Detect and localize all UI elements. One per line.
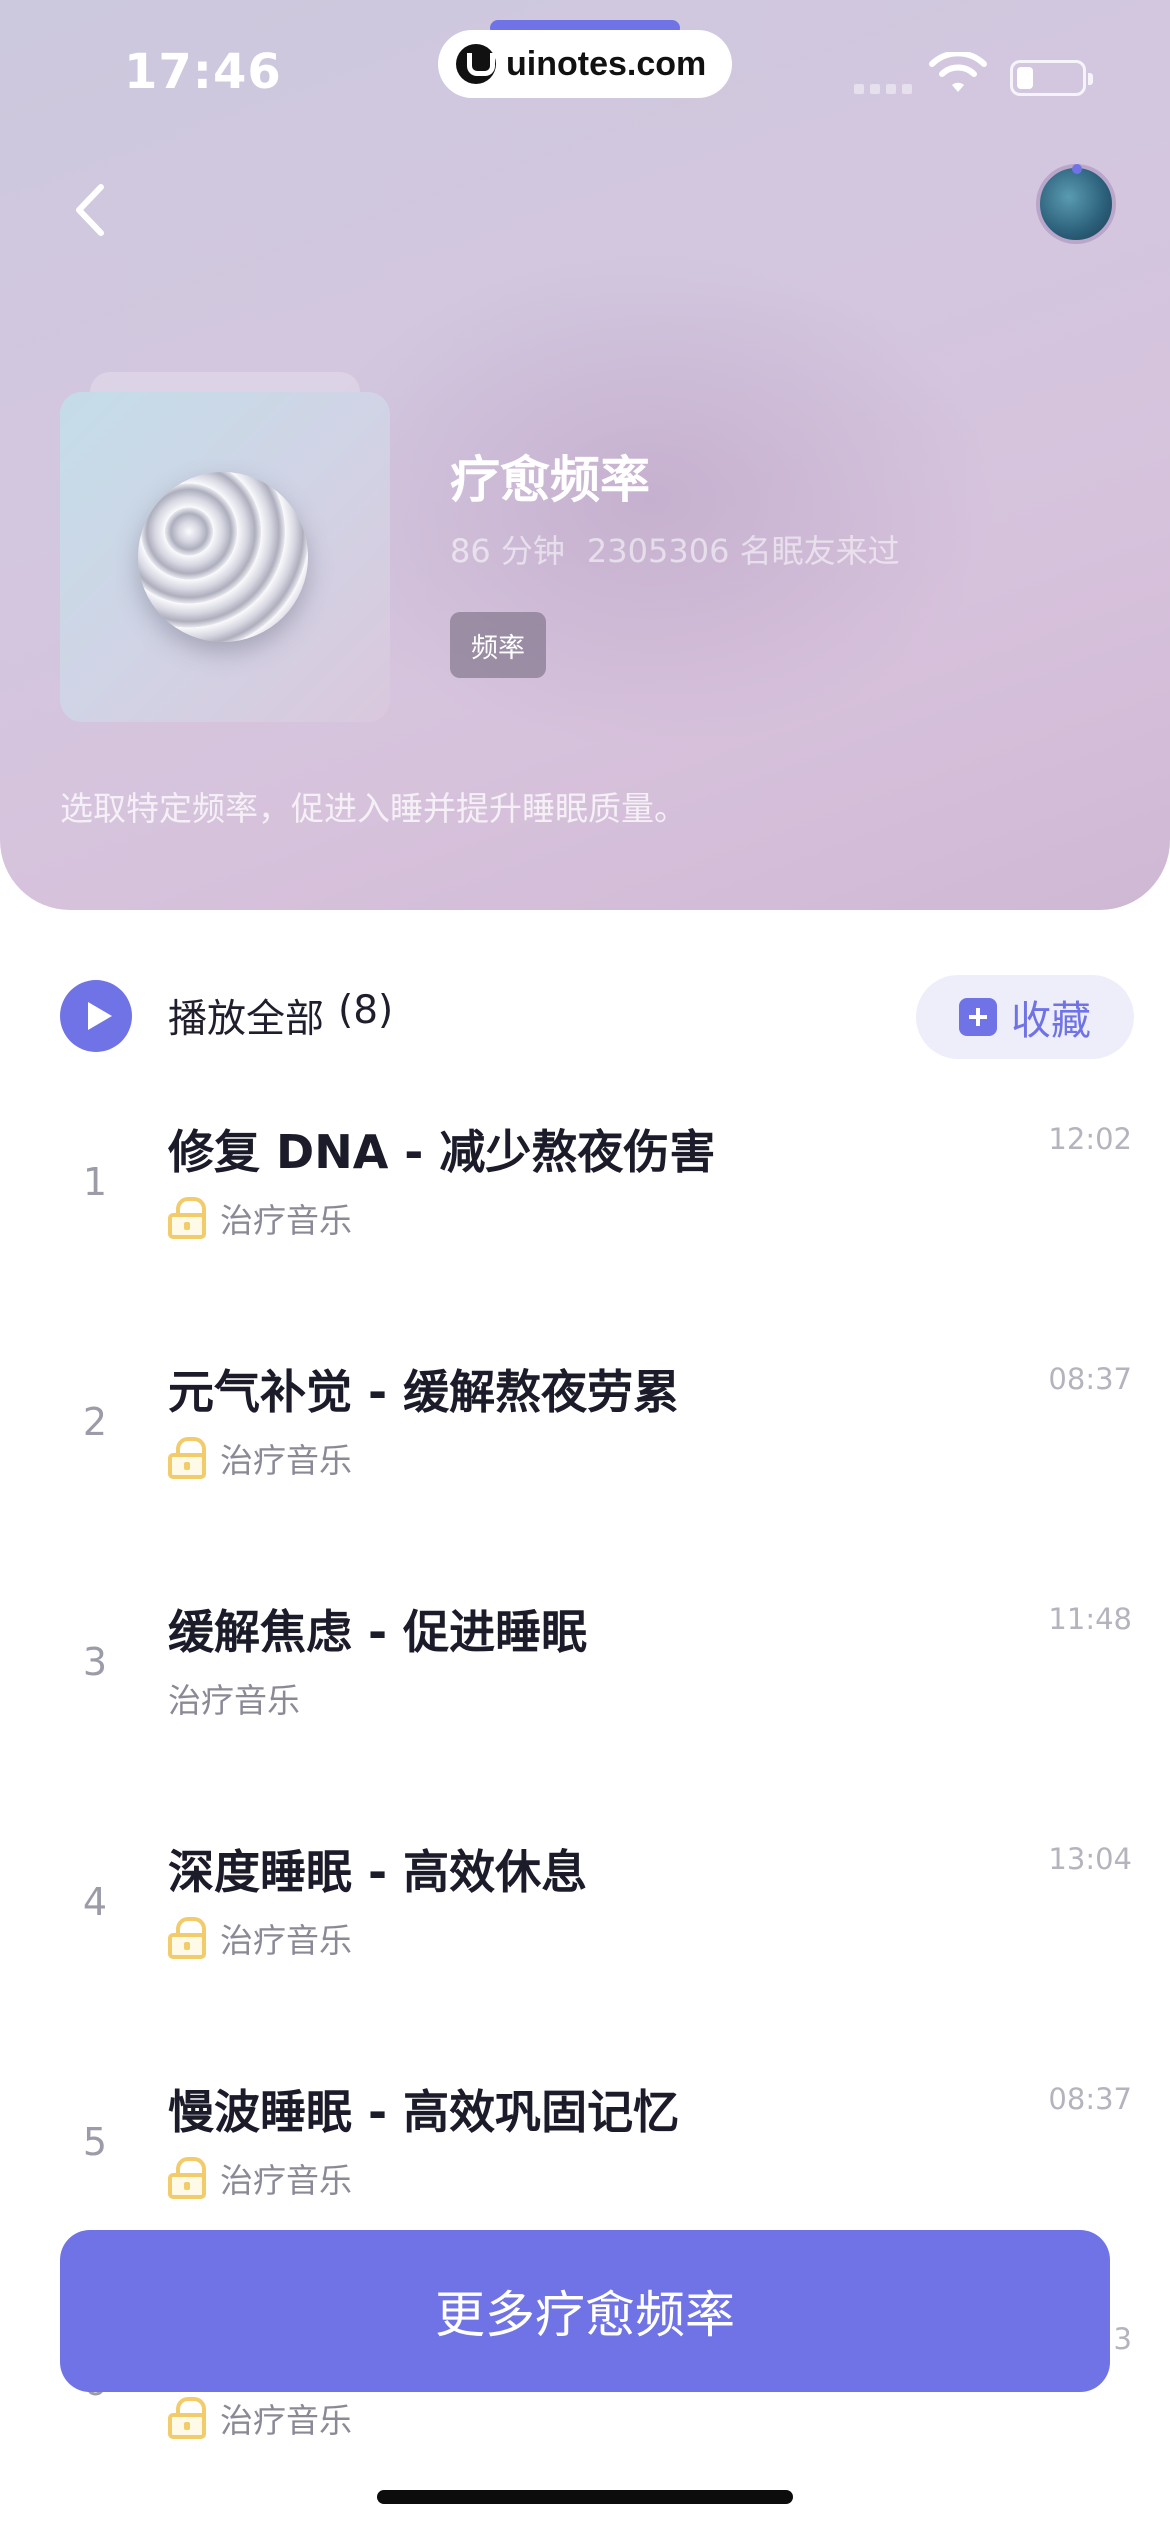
track-row[interactable]: 4 深度睡眠 - 高效休息 治疗音乐 13:04 [0,1820,1170,2060]
playlist-meta: 86 分钟 2305306 名眠友来过 [450,526,900,572]
track-row[interactable]: 3 缓解焦虑 - 促进睡眠 治疗音乐 11:48 [0,1580,1170,1820]
header-banner: 17:46 uinotes.com 疗愈频率 86 分钟 2305306 名眠友… [0,0,1170,910]
watermark-badge: uinotes.com [438,30,732,98]
track-duration: 12:02 [1048,1122,1132,1156]
track-title: 慢波睡眠 - 高效巩固记忆 [168,2085,680,2139]
track-subtitle: 治疗音乐 [168,1434,352,1482]
more-frequencies-button[interactable]: 更多疗愈频率 [60,2230,1110,2392]
track-number: 4 [82,1880,108,1924]
category-tag: 频率 [450,612,546,678]
track-tag: 治疗音乐 [220,1921,352,1960]
avatar-indicator-dot [1072,164,1082,174]
page-title: 疗愈频率 [450,451,650,509]
cellular-signal-icon [854,84,912,94]
status-bar: 17:46 uinotes.com [0,0,1170,140]
play-all-text: 播放全部 [168,997,325,1042]
collect-label: 收藏 [1011,998,1091,1044]
track-tag: 治疗音乐 [220,2401,352,2440]
track-subtitle: 治疗音乐 [168,1674,300,1722]
album-cover [60,392,390,722]
track-tag: 治疗音乐 [220,1201,352,1240]
track-tag: 治疗音乐 [220,1441,352,1480]
track-subtitle: 治疗音乐 [168,1194,352,1242]
track-subtitle: 治疗音乐 [168,1914,352,1962]
status-time: 17:46 [124,44,282,100]
track-duration: 13:04 [1048,1842,1132,1876]
collect-button[interactable]: 收藏 [916,975,1134,1059]
track-title: 缓解焦虑 - 促进睡眠 [168,1605,588,1659]
track-duration: 08:37 [1048,1362,1132,1396]
track-number: 5 [82,2120,108,2164]
track-duration: 08:37 [1048,2082,1132,2116]
lock-icon [168,2157,206,2199]
lock-icon [168,1917,206,1959]
battery-icon [1010,60,1093,96]
lock-icon [168,1437,206,1479]
play-icon [60,980,132,1052]
track-tag: 治疗音乐 [168,1681,300,1720]
play-all-count: (8) [338,988,394,1033]
track-number: 2 [82,1400,108,1444]
back-button[interactable] [60,180,120,240]
play-all-button[interactable]: 播放全部 (8) [60,980,393,1052]
track-number: 1 [82,1160,108,1204]
playlist-duration: 86 分钟 [450,532,565,570]
track-number: 3 [82,1640,108,1684]
lock-icon [168,1197,206,1239]
track-tag: 治疗音乐 [220,2161,352,2200]
plus-square-icon [959,998,997,1036]
track-row[interactable]: 1 修复 DNA - 减少熬夜伤害 治疗音乐 12:02 [0,1100,1170,1340]
avatar[interactable] [1036,164,1116,244]
wifi-icon [929,52,987,92]
home-indicator [377,2490,793,2504]
playlist-listeners: 2305306 名眠友来过 [586,532,900,570]
watermark-text: uinotes.com [506,44,707,83]
track-title: 深度睡眠 - 高效休息 [168,1845,588,1899]
track-duration: 11:48 [1048,1602,1132,1636]
play-all-label: 播放全部 (8) [168,988,393,1044]
watermark-logo-icon [456,44,496,84]
playlist-description: 选取特定频率，促进入睡并提升睡眠质量。 [60,789,687,828]
track-row[interactable]: 2 元气补觉 - 缓解熬夜劳累 治疗音乐 08:37 [0,1340,1170,1580]
chevron-left-icon [76,184,104,236]
track-subtitle: 治疗音乐 [168,2394,352,2442]
lock-icon [168,2397,206,2439]
track-subtitle: 治疗音乐 [168,2154,352,2202]
cover-sphere-art [138,472,308,642]
track-duration: 3 [1113,2322,1132,2356]
track-title: 修复 DNA - 减少熬夜伤害 [168,1125,716,1179]
track-title: 元气补觉 - 缓解熬夜劳累 [168,1365,680,1419]
